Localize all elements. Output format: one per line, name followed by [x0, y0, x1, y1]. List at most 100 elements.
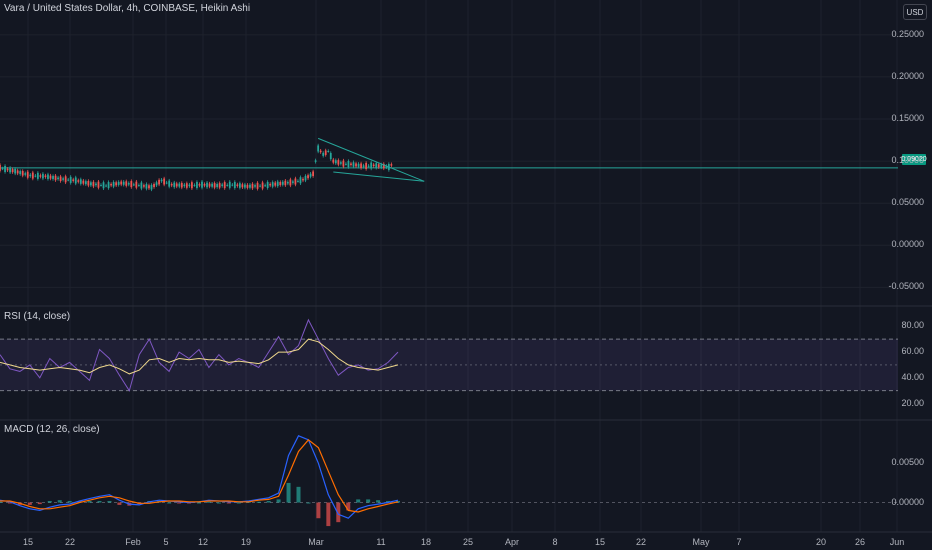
candle-body: [223, 182, 226, 189]
candle-body: [49, 175, 52, 179]
candle-body: [365, 162, 368, 169]
candle-body: [112, 181, 115, 187]
candle-body: [193, 185, 196, 187]
candle-body: [375, 163, 378, 168]
time-axis-tick: Jun: [889, 537, 905, 547]
macd-histogram-bar: [0, 501, 2, 503]
symbol-title[interactable]: Vara / United States Dollar, 4h, COINBAS…: [4, 3, 250, 14]
macd-histogram-bar: [167, 502, 172, 504]
candle-body: [312, 171, 314, 177]
time-axis-tick: 15: [594, 537, 606, 547]
candle-body: [132, 184, 135, 186]
candle-body: [244, 184, 246, 188]
rsi-title[interactable]: RSI (14, close): [4, 311, 70, 322]
candle-body: [304, 175, 307, 181]
candle-body: [249, 184, 251, 188]
candle-body: [14, 168, 17, 174]
macd-histogram-bar: [57, 500, 62, 503]
candle-body: [62, 178, 65, 180]
rsi-axis-tick: 40.00: [901, 371, 924, 382]
time-axis-tick: 20: [815, 537, 827, 547]
trading-chart: Vara / United States Dollar, 4h, COINBAS…: [0, 0, 932, 550]
candle-body: [90, 182, 92, 186]
candle-body: [39, 175, 42, 177]
candle-body: [294, 178, 297, 185]
candle-body: [115, 182, 118, 186]
candle-body: [360, 163, 362, 169]
candle-body: [322, 152, 325, 156]
macd-histogram-bar: [256, 501, 261, 503]
candle-body: [140, 182, 143, 189]
candle-body: [269, 183, 272, 186]
candle-body: [42, 173, 44, 179]
candle-body: [238, 183, 241, 188]
candle-body: [390, 164, 393, 166]
candle-body: [67, 179, 70, 181]
macd-title[interactable]: MACD (12, 26, close): [4, 424, 100, 435]
macd-histogram-bar: [286, 482, 291, 503]
price-axis-tick: 0.00000: [891, 239, 924, 250]
candle-body: [31, 172, 34, 179]
candle-body: [367, 165, 370, 167]
candle-body: [9, 167, 11, 173]
candle-body: [47, 174, 49, 179]
candle-body: [84, 181, 87, 185]
candle-body: [77, 180, 80, 182]
time-axis-tick: 11: [376, 537, 386, 547]
macd-histogram-bar: [236, 502, 241, 504]
candle-body: [54, 175, 57, 181]
candle-body: [233, 181, 236, 188]
macd-histogram-bar: [306, 502, 311, 504]
currency-button[interactable]: USD: [903, 4, 927, 20]
candle-body: [44, 175, 47, 178]
candle-body: [236, 184, 239, 186]
candle-body: [231, 184, 234, 186]
macd-histogram-bar: [206, 501, 211, 503]
candle-body: [143, 185, 145, 187]
candle-body: [264, 185, 267, 187]
candle-body: [286, 181, 289, 184]
time-axis-tick: 18: [420, 537, 432, 547]
chart-canvas[interactable]: [0, 0, 932, 550]
macd-histogram-bar: [326, 502, 331, 527]
candle-body: [180, 182, 183, 188]
candle-body: [309, 173, 312, 177]
candle-body: [64, 176, 67, 183]
macd-histogram-bar: [226, 502, 231, 504]
candle-body: [87, 180, 90, 186]
candle-body: [188, 184, 191, 187]
candle-body: [19, 171, 22, 175]
candle-body: [158, 179, 160, 185]
candle-body: [173, 182, 176, 188]
candle-body: [24, 173, 27, 175]
candle-body: [261, 182, 264, 189]
macd-histogram-bar: [316, 502, 321, 519]
candle-body: [355, 163, 357, 167]
candle-body: [72, 179, 75, 181]
candle-body: [120, 181, 123, 185]
price-axis-tick: 0.25000: [891, 28, 924, 39]
candle-body: [254, 185, 256, 187]
candle-body: [92, 181, 95, 187]
candle-body: [337, 160, 340, 165]
candle-body: [206, 182, 208, 188]
candle-body: [251, 183, 254, 189]
candle-body: [327, 151, 330, 153]
candle-body: [362, 165, 365, 167]
triangle-pattern-line: [333, 171, 425, 182]
candle-body: [342, 160, 345, 167]
macd-histogram-bar: [266, 500, 271, 503]
candle-body: [208, 183, 211, 187]
candle-body: [314, 160, 317, 162]
macd-histogram-bar: [276, 499, 281, 503]
candle-body: [221, 184, 224, 186]
rsi-axis-tick: 60.00: [901, 346, 924, 357]
candle-body: [271, 182, 274, 187]
macd-histogram-bar: [296, 486, 301, 503]
time-axis-tick: 5: [163, 537, 169, 547]
candle-body: [137, 185, 140, 187]
price-axis-tick: 0.15000: [891, 113, 924, 123]
macd-histogram-bar: [97, 500, 102, 503]
rsi-band: [0, 339, 898, 391]
candle-body: [299, 177, 302, 184]
